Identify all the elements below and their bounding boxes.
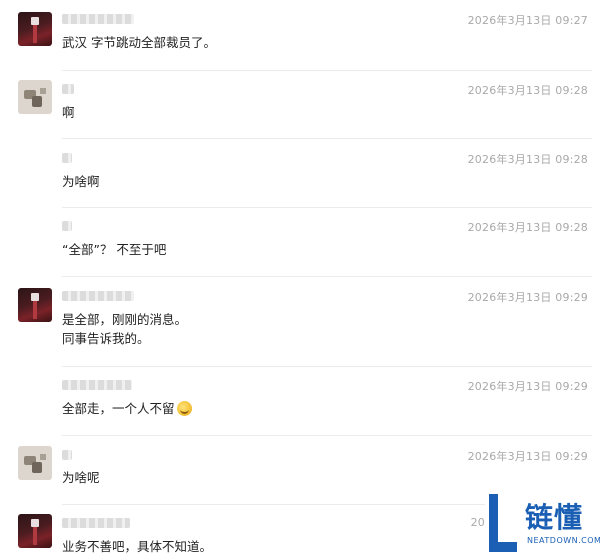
message-text: 啊 xyxy=(62,105,75,120)
watermark-brand: 链懂 xyxy=(525,501,584,534)
sender-name-blurred xyxy=(62,291,134,301)
avatar[interactable] xyxy=(18,80,52,114)
message-timestamp: 2026年3月13日 09:29 xyxy=(467,450,588,463)
sender-name-blurred xyxy=(62,221,72,231)
sender-name-blurred xyxy=(62,14,134,24)
message-text: 是全部，刚刚的消息。 xyxy=(62,312,188,327)
watermark-domain: NEATDOWN.COM xyxy=(527,536,600,545)
sender-name-blurred xyxy=(62,518,130,528)
grimace-emoji-icon xyxy=(176,401,192,416)
sender-name-blurred xyxy=(62,153,72,163)
message-text-line-2: 同事告诉我的。 xyxy=(62,331,150,346)
message-timestamp: 2026年3月13日 09:27 xyxy=(467,14,588,27)
message-text: 武汉 字节跳动全部裁员了。 xyxy=(62,35,216,50)
message-timestamp: 20 xyxy=(470,516,485,529)
sender-name-blurred xyxy=(62,380,132,390)
avatar[interactable] xyxy=(18,288,52,322)
message-timestamp: 2026年3月13日 09:28 xyxy=(467,153,588,166)
message-timestamp: 2026年3月13日 09:29 xyxy=(467,380,588,393)
sender-name-blurred xyxy=(62,84,74,94)
watermark-logo-icon xyxy=(489,494,517,552)
message-text: 业务不善吧，具体不知道。 xyxy=(62,539,213,554)
message-text: 为啥啊 xyxy=(62,174,100,189)
chat-history: 2026年3月13日 09:27 武汉 字节跳动全部裁员了。 2026年3月13… xyxy=(0,0,600,558)
message-timestamp: 2026年3月13日 09:28 xyxy=(467,84,588,97)
avatar[interactable] xyxy=(18,12,52,46)
message-text: 全部走，一个人不留 xyxy=(62,401,175,416)
message-text: “全部”？ 不至于吧 xyxy=(62,242,167,257)
sender-name-blurred xyxy=(62,450,72,460)
message-text-row: 全部走，一个人不留 xyxy=(62,399,192,419)
site-watermark: 链懂 NEATDOWN.COM xyxy=(485,488,600,558)
avatar[interactable] xyxy=(18,514,52,548)
avatar[interactable] xyxy=(18,446,52,480)
message-timestamp: 2026年3月13日 09:28 xyxy=(467,221,588,234)
message-text: 为啥呢 xyxy=(62,470,100,485)
message-timestamp: 2026年3月13日 09:29 xyxy=(467,291,588,304)
